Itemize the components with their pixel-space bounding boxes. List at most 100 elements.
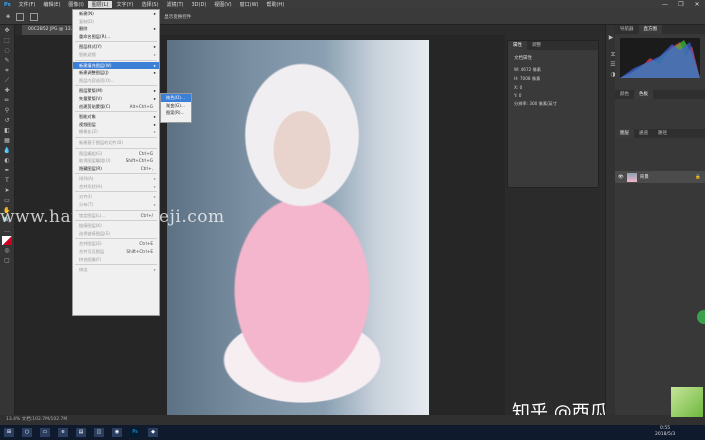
layer-menu-item[interactable]: 新建填充图层(W) ▸ [73,61,159,70]
tab-layers[interactable]: 图层 [615,129,634,138]
eye-icon[interactable]: 👁 [618,175,624,180]
layer-menu-item[interactable]: 图层蒙版(M) ▸ [73,87,159,95]
close-button[interactable]: ✕ [689,0,705,9]
menu-item[interactable]: 图像(I) [64,1,87,8]
search-icon[interactable]: ○ [22,428,32,437]
marquee-tool-icon[interactable]: ⬚ [2,36,12,45]
move-tool-icon[interactable]: ✥ [6,14,10,20]
layer-menu-item[interactable]: 新建调整图层(J) ▸ [73,69,159,77]
quick-select-icon[interactable]: ✎ [2,56,12,65]
document-photo[interactable] [167,40,429,418]
gradient-icon[interactable]: ▦ [2,136,12,145]
menu-item[interactable]: 选择(S) [137,1,162,8]
layer-menu-item[interactable]: 选择链接图层(S) [73,230,159,238]
app-icon[interactable]: ◉ [112,428,122,437]
layer-menu-item[interactable]: 链接图层(K) [73,222,159,230]
pen-tool-icon[interactable]: ✒ [2,166,12,175]
menu-item-label: 新建基于图层的切片(B) [79,139,123,145]
menu-separator [75,147,157,149]
submenu-item[interactable]: 渐变(G)... [161,102,191,110]
layer-menu-item[interactable]: 栅格化(Z) ▸ [73,128,159,136]
tab-paths[interactable]: 路径 [653,129,672,138]
submenu-item[interactable]: 图案(R)... [161,109,191,117]
minimize-button[interactable]: — [657,0,673,9]
menu-item[interactable]: 图层(L) [87,1,113,8]
submenu-item[interactable]: 纯色(O)... [161,94,191,102]
layer-menu-item[interactable]: 视频图层 ▸ [73,121,159,129]
menu-item[interactable]: 窗口(W) [236,1,263,8]
layer-menu-item[interactable]: 智能对象 ▸ [73,113,159,121]
taskview-icon[interactable]: ▭ [40,428,50,437]
eyedropper-icon[interactable]: ⟋ [2,76,12,85]
screen-mode-icon[interactable]: ▢ [2,256,12,265]
layer-menu-item[interactable]: 对齐(I) ▸ [73,193,159,201]
auto-select-checkbox[interactable] [16,12,25,21]
floating-badge[interactable] [697,310,705,324]
menu-item[interactable]: 帮助(H) [262,1,288,8]
layer-menu-item[interactable]: 矢量蒙版(V) ▸ [73,95,159,103]
history-brush-icon[interactable]: ↺ [2,116,12,125]
menu-item[interactable]: 滤镜(T) [163,1,188,8]
tab-color[interactable]: 颜色 [615,90,634,99]
layer-menu-item[interactable]: 锁定图层(L)... Ctrl+/ [73,212,159,220]
type-tool-icon[interactable]: T [2,176,12,185]
layer-menu-item[interactable]: 取消图层编组(U) Shift+Ctrl+G [73,157,159,165]
menu-item[interactable]: 文字(Y) [112,1,137,8]
layer-menu-item[interactable]: 图层编组(G) Ctrl+G [73,150,159,158]
layer-menu-item[interactable]: 重命名图层(R)... [73,33,159,41]
layer-menu-item[interactable]: 合并形状(H) ▸ [73,183,159,191]
layer-menu-item[interactable]: 隐藏图层(R) Ctrl+, [73,165,159,173]
path-select-icon[interactable]: ➤ [2,186,12,195]
layer-menu-item[interactable]: 复制(D) [73,18,159,26]
clone-stamp-icon[interactable]: ⚲ [2,106,12,115]
layer-menu-item[interactable]: 分布(T) ▸ [73,201,159,209]
menu-item-shortcut: Shift+Ctrl+E [126,249,153,255]
brush-tool-icon[interactable]: ✏ [2,96,12,105]
tab-swatches[interactable]: 色板 [634,90,653,99]
photoshop-icon[interactable]: Ps [130,428,140,437]
healing-brush-icon[interactable]: ✚ [2,86,12,95]
layer-menu-item[interactable]: 拼合图像(F) [73,256,159,264]
layer-menu-item[interactable]: 新建基于图层的切片(B) [73,139,159,147]
menu-separator [75,264,157,266]
dodge-icon[interactable]: ◐ [2,156,12,165]
tab-histogram[interactable]: 直方图 [638,25,662,34]
menu-item-label: 智能对象 [79,114,96,120]
more-tools-icon[interactable]: … [2,226,12,235]
tab-navigator[interactable]: 导航器 [615,25,639,34]
store-icon[interactable]: ◫ [94,428,104,437]
menu-item[interactable]: 3D(D) [188,2,211,8]
tab-channels[interactable]: 通道 [634,129,653,138]
layer-menu-item[interactable]: 图层样式(Y) ▸ [73,43,159,51]
layer-row-background[interactable]: 👁 背景 🔒 [615,171,705,183]
transform-controls-checkbox[interactable] [30,12,39,21]
menu-item[interactable]: 视图(V) [210,1,235,8]
tab-adjustments[interactable]: 调整 [527,41,546,50]
explorer-icon[interactable]: ▤ [76,428,86,437]
layer-menu-item[interactable]: 删除 ▸ [73,25,159,33]
shape-tool-icon[interactable]: ▭ [2,196,12,205]
layer-menu-item[interactable]: 图层内容选项(O)... [73,77,159,85]
layer-menu-item[interactable]: 创建剪贴蒙版(C) Alt+Ctrl+G [73,103,159,111]
layer-menu-item[interactable]: 修边 ▸ [73,266,159,274]
maximize-button[interactable]: ❐ [673,0,689,9]
layer-menu-item[interactable]: 新建(N) ▸ [73,10,159,18]
app2-icon[interactable]: ◆ [148,428,158,437]
color-swatch-icon[interactable] [2,236,12,245]
layer-menu-item[interactable]: 智能滤镜 ▸ [73,51,159,59]
layer-menu-item[interactable]: 合并可见图层 Shift+Ctrl+E [73,248,159,256]
quick-mask-icon[interactable]: ◎ [2,246,12,255]
layer-menu-item[interactable]: 合并图层(E) Ctrl+E [73,240,159,248]
layer-menu-item[interactable]: 排列(A) ▸ [73,175,159,183]
menu-item[interactable]: 文件(F) [15,1,40,8]
blur-icon[interactable]: 💧 [2,146,12,155]
start-icon[interactable]: ⊞ [4,428,14,437]
move-tool-icon[interactable]: ✥ [2,26,12,35]
lasso-tool-icon[interactable]: ◌ [2,46,12,55]
eraser-icon[interactable]: ◧ [2,126,12,135]
edge-icon[interactable]: e [58,428,68,437]
menu-item[interactable]: 编辑(E) [39,1,64,8]
crop-tool-icon[interactable]: ⌗ [2,66,12,75]
histogram-svg [620,40,700,78]
tab-properties[interactable]: 属性 [508,41,527,50]
